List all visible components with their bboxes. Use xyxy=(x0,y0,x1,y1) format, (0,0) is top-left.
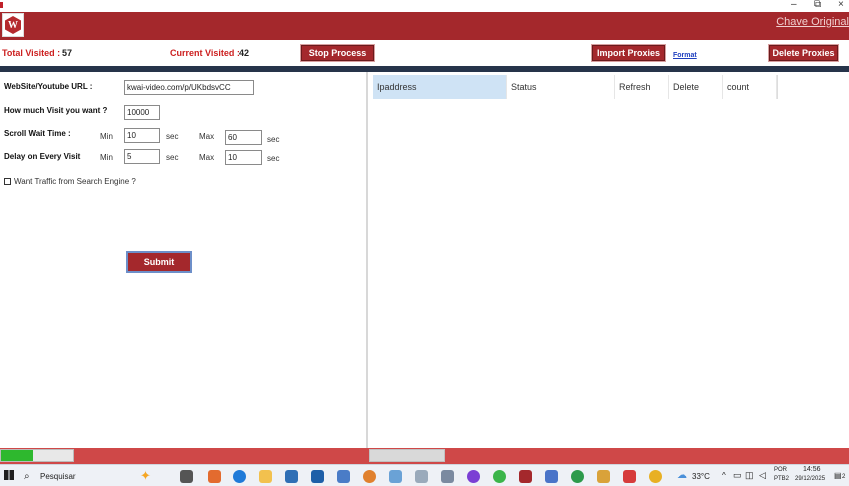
app-icon-5[interactable] xyxy=(415,470,428,483)
app-corner-icon xyxy=(0,2,3,8)
outlook-icon[interactable] xyxy=(311,470,324,483)
close-button[interactable]: × xyxy=(838,0,844,10)
keyboard-layout-text[interactable]: PTB2 xyxy=(774,476,789,482)
app-icon-12[interactable] xyxy=(623,470,636,483)
scroll-min-input[interactable] xyxy=(124,128,160,143)
stop-process-button[interactable]: Stop Process xyxy=(300,44,375,62)
settings-panel: WebSite/Youtube URL : How much Visit you… xyxy=(0,72,366,448)
clock-time[interactable]: 14:56 xyxy=(803,466,821,473)
delay-max-input[interactable] xyxy=(225,150,262,165)
language-text[interactable]: POR xyxy=(774,467,787,473)
store-icon[interactable] xyxy=(285,470,298,483)
license-key-link[interactable]: Chave Original xyxy=(776,16,849,28)
volume-icon[interactable]: ◁ xyxy=(759,470,766,481)
window-titlebar: – ⧉ × xyxy=(0,0,849,12)
current-visited-value: 42 xyxy=(239,48,250,58)
taskbar-search-box[interactable]: Pesquisar xyxy=(40,472,76,481)
column-header-ipaddress[interactable]: Ipaddress xyxy=(373,75,507,99)
url-label: WebSite/Youtube URL : xyxy=(4,82,93,91)
search-engine-checkbox[interactable] xyxy=(4,178,11,185)
visits-label: How much Visit you want ? xyxy=(4,106,108,115)
app-icon-3[interactable] xyxy=(363,470,376,483)
network-icon[interactable]: ◫ xyxy=(745,470,754,481)
app-icon-10[interactable] xyxy=(571,470,584,483)
scroll-min-unit: sec xyxy=(166,132,179,141)
app-icon-2[interactable] xyxy=(337,470,350,483)
app-icon-11[interactable] xyxy=(597,470,610,483)
progress-fill xyxy=(1,450,34,461)
delete-proxies-button[interactable]: Delete Proxies xyxy=(768,44,839,62)
minimize-button[interactable]: – xyxy=(791,0,797,10)
chrome-icon[interactable] xyxy=(649,470,662,483)
delay-label: Delay on Every Visit xyxy=(4,152,81,161)
battery-icon[interactable]: ▭ xyxy=(733,470,742,481)
delay-max-label: Max xyxy=(199,153,215,162)
app-banner: W Chave Original xyxy=(0,12,849,40)
column-header-delete[interactable]: Delete xyxy=(669,75,723,99)
maximize-button[interactable]: ⧉ xyxy=(814,0,821,10)
notification-count: 2 xyxy=(842,474,846,480)
visits-input[interactable] xyxy=(124,105,160,120)
tray-chevron-icon[interactable]: ^ xyxy=(722,471,726,480)
scroll-wait-label: Scroll Wait Time : xyxy=(4,129,71,138)
scroll-max-label: Max xyxy=(199,132,215,141)
column-header-status[interactable]: Status xyxy=(507,75,615,99)
copilot-sparkle-icon[interactable]: ✦ xyxy=(140,468,151,484)
toolbar: Total Visited : 57 Current Visited : 42 … xyxy=(0,40,849,66)
delay-min-input[interactable] xyxy=(124,149,160,164)
search-engine-label: Want Traffic from Search Engine ? xyxy=(14,177,136,186)
submit-button[interactable]: Submit xyxy=(126,251,192,273)
app-logo-icon: W xyxy=(5,16,21,34)
import-proxies-button[interactable]: Import Proxies xyxy=(591,44,666,62)
format-link[interactable]: Format xyxy=(673,52,697,59)
temperature-text: 33°C xyxy=(692,472,710,481)
scroll-min-label: Min xyxy=(100,132,113,141)
file-explorer-icon[interactable] xyxy=(259,470,272,483)
total-visited-value: 57 xyxy=(62,48,73,58)
app-icon-4[interactable] xyxy=(389,470,402,483)
notifications-icon[interactable]: ▤ xyxy=(834,471,842,480)
column-header-count[interactable]: count xyxy=(723,75,777,99)
column-header-refresh[interactable]: Refresh xyxy=(615,75,669,99)
start-icon[interactable] xyxy=(4,470,14,480)
app-logo: W xyxy=(2,13,24,37)
app-icon-1[interactable] xyxy=(208,470,221,483)
app-icon-7[interactable] xyxy=(467,470,480,483)
url-input[interactable] xyxy=(124,80,254,95)
app-icon-8[interactable] xyxy=(493,470,506,483)
scroll-max-input[interactable] xyxy=(225,130,262,145)
traffic-bot-taskbar-icon[interactable] xyxy=(519,470,532,483)
total-visited-label: Total Visited : xyxy=(2,48,61,58)
edge-icon[interactable] xyxy=(233,470,246,483)
weather-icon: ☁ xyxy=(677,470,687,481)
app-icon-6[interactable] xyxy=(441,470,454,483)
proxy-grid: Ipaddress Status Refresh Delete count xyxy=(368,72,849,448)
delay-max-unit: sec xyxy=(267,154,280,163)
app-icon-9[interactable] xyxy=(545,470,558,483)
delay-min-unit: sec xyxy=(166,153,179,162)
windows-taskbar: ⌕ Pesquisar ✦ ☁ 33°C ^ ▭ ◫ ◁ POR PTB2 14… xyxy=(0,464,849,486)
progress-bar xyxy=(0,449,74,462)
current-visited-label: Current Visited : xyxy=(170,48,240,58)
clock-date[interactable]: 29/12/2025 xyxy=(795,476,825,482)
grid-horizontal-scrollbar[interactable] xyxy=(369,449,445,462)
grid-header: Ipaddress Status Refresh Delete count xyxy=(373,75,778,99)
search-icon: ⌕ xyxy=(24,471,30,482)
task-view-icon[interactable] xyxy=(180,470,193,483)
scroll-max-unit: sec xyxy=(267,135,280,144)
delay-min-label: Min xyxy=(100,153,113,162)
